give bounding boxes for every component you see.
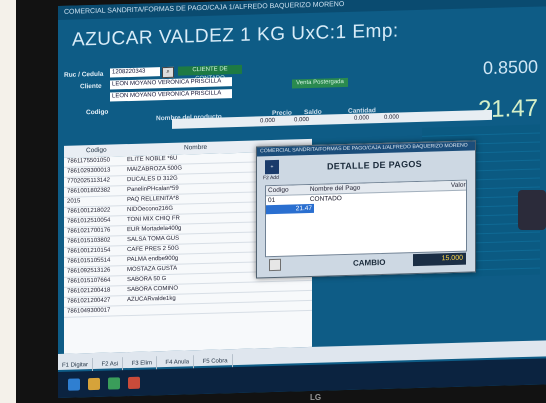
monitor-brand: LG bbox=[310, 393, 322, 402]
start-icon[interactable] bbox=[68, 378, 80, 391]
dialog-heading: DETALLE DE PAGOS bbox=[327, 158, 422, 172]
row-code: 7861021700176 bbox=[67, 227, 111, 235]
dialog-small-button[interactable] bbox=[269, 258, 281, 272]
row-code: 7861092513126 bbox=[67, 267, 111, 275]
row-code: 7861015107664 bbox=[67, 277, 111, 285]
pos-screen: COMERCIAL SANDRITA/FORMAS DE PAGO/CAJA 1… bbox=[58, 0, 546, 399]
window-title-bar: COMERCIAL SANDRITA/FORMAS DE PAGO/CAJA 1… bbox=[58, 0, 546, 20]
folder-icon[interactable] bbox=[88, 377, 100, 391]
client-name-field[interactable]: LEON MOYANO VERONICA PRISCILLA bbox=[110, 77, 232, 90]
row-code: 7861021200427 bbox=[67, 297, 111, 305]
background-object bbox=[518, 190, 546, 230]
payment-name: CONTADO bbox=[309, 195, 342, 203]
row-code: 7861001210154 bbox=[67, 247, 111, 255]
payment-value[interactable]: 21.47 bbox=[266, 203, 314, 215]
monitor-bezel: COMERCIAL SANDRITA/FORMAS DE PAGO/CAJA 1… bbox=[18, 0, 546, 403]
ruc-input[interactable]: 1208220343 bbox=[110, 67, 160, 78]
add-payment-icon[interactable]: + bbox=[265, 159, 279, 175]
row-code: 7861001218022 bbox=[67, 207, 111, 215]
col-value: Valor bbox=[450, 181, 466, 190]
left-panel bbox=[0, 0, 18, 403]
browser-icon[interactable] bbox=[128, 376, 140, 390]
change-value: 15.000 bbox=[413, 252, 466, 267]
ruc-label: Ruc / Cedula bbox=[64, 70, 104, 79]
row-code: 7702025113142 bbox=[67, 177, 110, 185]
summary-extra: 0.000 bbox=[384, 114, 400, 121]
add-payment-label: F2 Add bbox=[263, 174, 279, 182]
row-code: 7861021200418 bbox=[67, 287, 111, 295]
row-code: 2015 bbox=[67, 198, 81, 205]
client-label: Cliente bbox=[80, 82, 102, 91]
row-code: 7861012510054 bbox=[67, 217, 111, 225]
summary-price: 0.000 bbox=[260, 117, 276, 125]
row-code: 7861001802382 bbox=[67, 187, 111, 195]
row-code: 7861029300013 bbox=[67, 167, 111, 175]
product-title: AZUCAR VALDEZ 1 KG UxC:1 Emp: bbox=[72, 20, 399, 51]
postponed-sale-badge[interactable]: Venta Postergada bbox=[292, 77, 348, 89]
code-label: Codigo bbox=[86, 108, 109, 117]
row-name bbox=[127, 307, 277, 311]
unit-price: 0.8500 bbox=[482, 56, 538, 79]
client-type-badge: CLIENTE DE CONTADO bbox=[178, 64, 242, 82]
app-icon[interactable] bbox=[108, 377, 120, 390]
search-icon[interactable]: ⌕ bbox=[162, 66, 174, 79]
summary-qty: 0.000 bbox=[354, 115, 370, 122]
payment-detail-dialog[interactable]: COMERCIAL SANDRITA/FORMAS DE PAGO/CAJA 1… bbox=[256, 140, 476, 279]
grid-col-name: Nombre bbox=[184, 143, 208, 152]
row-code: 7861049300017 bbox=[67, 307, 111, 315]
grid-col-code: Codigo bbox=[86, 146, 107, 155]
col-code: Codigo bbox=[268, 186, 289, 195]
row-code: 7861175501050 bbox=[67, 157, 110, 165]
summary-balance: 0.000 bbox=[294, 116, 310, 124]
client-name-field-2: LEON MOYANO VERONICA PRISCILLA bbox=[110, 89, 232, 102]
row-code: 7861015103802 bbox=[67, 237, 111, 245]
change-label: CAMBIO bbox=[353, 257, 386, 268]
row-code: 7861015105514 bbox=[67, 257, 111, 265]
payment-table[interactable]: Codigo Nombre del Pago Valor 01 CONTADO … bbox=[265, 179, 467, 258]
